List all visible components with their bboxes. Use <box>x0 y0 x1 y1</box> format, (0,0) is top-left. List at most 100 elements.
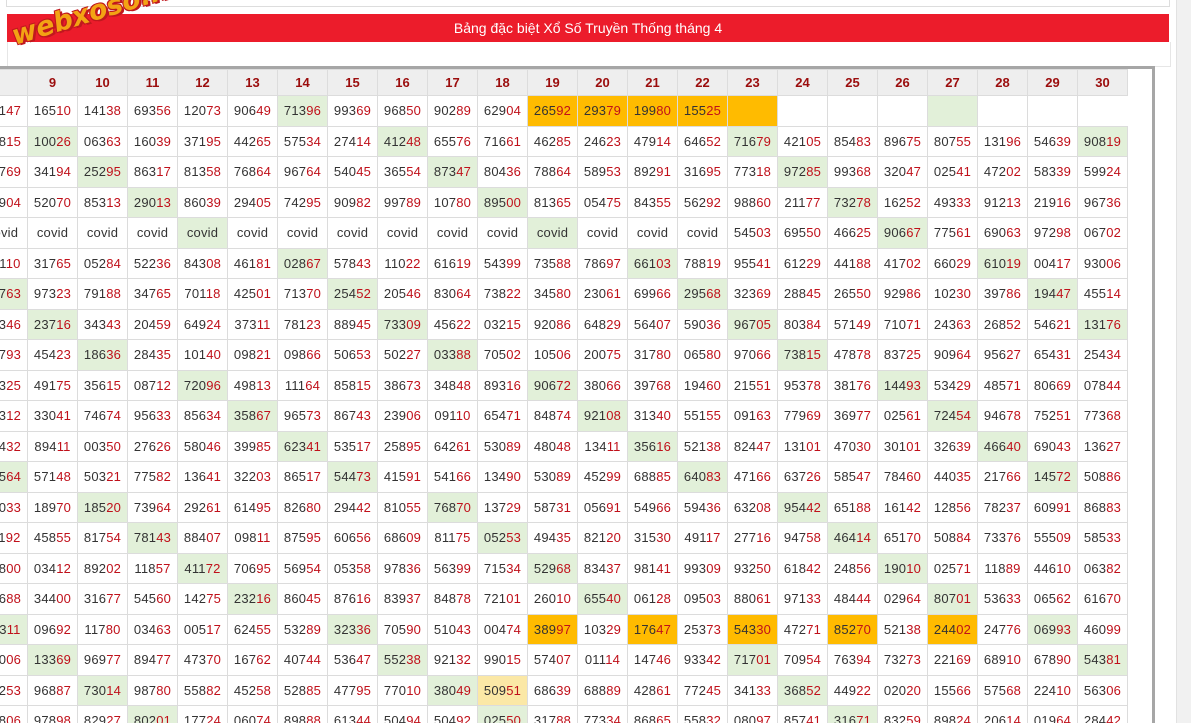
result-cell: 61229 <box>777 247 828 279</box>
result-cell: 73014 <box>77 674 128 706</box>
result-cell: 36852 <box>777 674 828 706</box>
result-cell: 57149 <box>827 308 878 340</box>
result-value: 50951 <box>483 682 522 698</box>
result-value: 26550 <box>833 286 872 302</box>
special-results-table-container: 9 10 11 12 13 14 15 16 17 18 19 20 21 22 23 24 25 26 27 28 2… <box>0 66 1155 723</box>
result-value: 03463 <box>133 621 172 637</box>
result-cell: 14746 <box>627 644 678 676</box>
result-cell: 19447 <box>1027 278 1078 310</box>
result-cell: 50951 <box>477 674 528 706</box>
result-value: 45855 <box>33 530 72 546</box>
result-cell: 29568 <box>677 278 728 310</box>
result-value: 25452 <box>333 286 372 302</box>
result-value: 89888 <box>283 713 322 723</box>
result-cell: 58046 <box>177 430 228 462</box>
result-cell: 13641 <box>177 461 228 493</box>
result-value: 25434 <box>1083 347 1122 363</box>
result-value: 48444 <box>833 591 872 607</box>
result-cell: 06562 <box>1027 583 1078 615</box>
result-cell: 42105 <box>777 125 828 157</box>
result-cell: covid <box>177 217 228 249</box>
result-cell: 45258 <box>227 674 278 706</box>
table-row: 29815 10026 06363 16039 37195 44265 57534 27414… <box>0 125 1128 157</box>
result-value: 70695 <box>233 560 272 576</box>
result-cell: 95627 <box>977 339 1028 371</box>
result-cell <box>977 95 1028 127</box>
result-cell: 90672 <box>527 369 578 401</box>
result-value: covid <box>336 225 369 241</box>
result-value: 66029 <box>933 255 972 271</box>
result-value: 73309 <box>383 316 422 332</box>
result-cell: 54560 <box>127 583 178 615</box>
result-cell: 77334 <box>577 705 628 723</box>
result-value: 91213 <box>983 194 1022 210</box>
result-value: 10329 <box>583 621 622 637</box>
result-value: 15566 <box>933 682 972 698</box>
result-cell: 52138 <box>677 430 728 462</box>
result-value: 54503 <box>733 225 772 241</box>
result-cell: 02867 <box>277 247 328 279</box>
result-value: 18520 <box>83 499 122 515</box>
day-header-10: 10 <box>77 69 128 96</box>
result-value: 89291 <box>633 164 672 180</box>
result-cell: 99309 <box>677 552 728 584</box>
result-cell: 31671 <box>827 705 878 723</box>
result-cell: 16039 <box>127 125 178 157</box>
result-cell: 78237 <box>977 491 1028 523</box>
day-header-21: 21 <box>627 69 678 96</box>
result-cell: 09821 <box>227 339 278 371</box>
day-header-20: 20 <box>577 69 628 96</box>
result-value: 49175 <box>33 377 72 393</box>
result-value: 38066 <box>583 377 622 393</box>
result-value: 99688 <box>0 591 22 607</box>
result-value: 37311 <box>234 316 271 332</box>
result-value: 78697 <box>583 255 622 271</box>
result-cell: 49175 <box>27 369 78 401</box>
result-value: 11164 <box>284 377 321 393</box>
result-cell: 20075 <box>577 339 628 371</box>
page-scrollbar[interactable] <box>1176 0 1191 723</box>
result-value: 00474 <box>483 621 522 637</box>
result-cell: 54621 <box>1027 308 1078 340</box>
result-cell: 64261 <box>427 430 478 462</box>
result-value: 09692 <box>33 621 72 637</box>
result-cell: 77368 <box>1077 400 1128 432</box>
table-row: 76253 96887 73014 98780 55882 45258 52885 47795… <box>0 674 1128 706</box>
result-value: 38673 <box>383 377 422 393</box>
result-value: 13729 <box>483 499 522 515</box>
result-value: 57568 <box>983 682 1022 698</box>
result-value: 32203 <box>233 469 272 485</box>
result-value: 99015 <box>483 652 522 668</box>
result-value: 84874 <box>533 408 572 424</box>
result-value: 94758 <box>783 530 822 546</box>
result-value: 89316 <box>483 377 522 393</box>
result-cell: covid <box>477 217 528 249</box>
result-value: 64261 <box>433 438 472 454</box>
result-cell: 06382 <box>1077 552 1128 584</box>
result-cell: 02571 <box>927 552 978 584</box>
result-cell: 47370 <box>177 644 228 676</box>
result-cell: 06702 <box>1077 217 1128 249</box>
result-cell: 65540 <box>577 583 628 615</box>
result-value: 80669 <box>1033 377 1072 393</box>
result-cell: 81358 <box>177 156 228 188</box>
result-cell: 31530 <box>627 522 678 554</box>
result-value: 47202 <box>983 164 1022 180</box>
result-value: 53633 <box>983 591 1022 607</box>
result-value: 97066 <box>733 347 772 363</box>
result-cell: covid <box>677 217 728 249</box>
result-value: 80384 <box>783 316 822 332</box>
result-value: 81175 <box>434 530 471 546</box>
result-cell: 95541 <box>727 247 778 279</box>
result-cell: 34400 <box>27 583 78 615</box>
result-cell: 78460 <box>877 461 928 493</box>
result-value: 22169 <box>933 652 972 668</box>
result-value: 90289 <box>433 103 472 119</box>
day-header-row: 9 10 11 12 13 14 15 16 17 18 19 20 21 22 23 24 25 26 27 28 2… <box>0 69 1128 96</box>
result-cell <box>727 95 778 127</box>
result-cell: 59924 <box>1077 156 1128 188</box>
result-cell: 21766 <box>977 461 1028 493</box>
result-cell: 49435 <box>527 522 578 554</box>
result-value: 99346 <box>0 316 22 332</box>
result-cell: 45514 <box>1077 278 1128 310</box>
